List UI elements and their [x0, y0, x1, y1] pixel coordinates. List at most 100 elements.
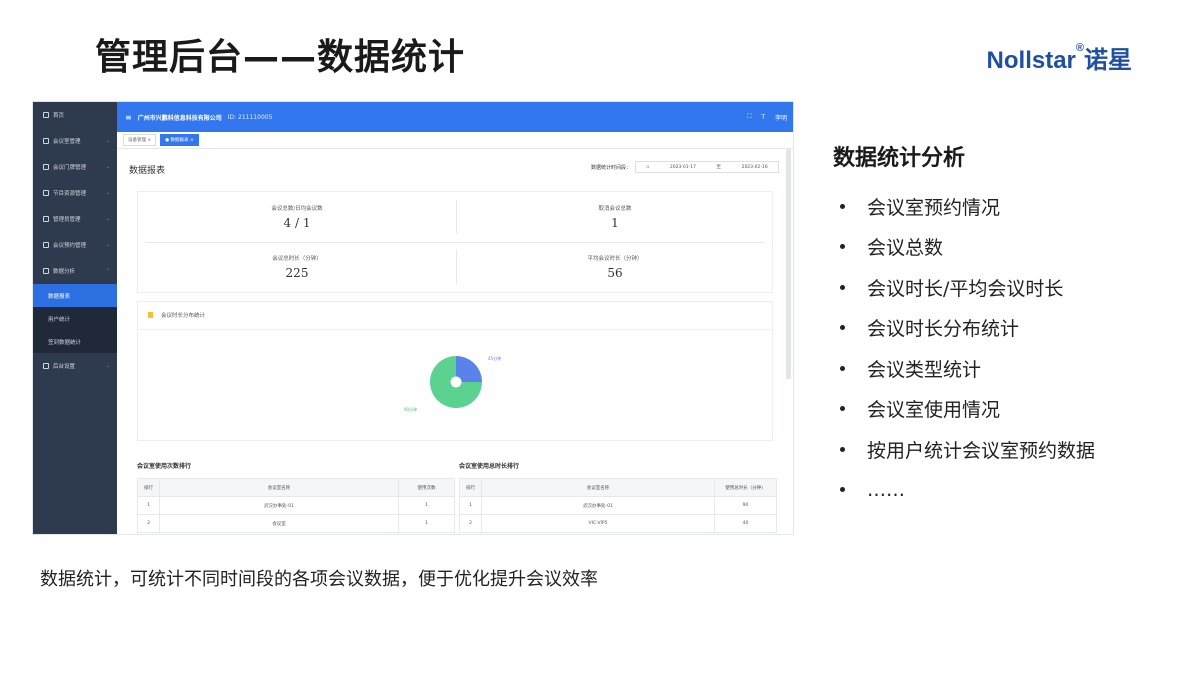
bullet-icon: [840, 203, 845, 209]
brand-cn: 诺星: [1084, 47, 1132, 74]
bullet-icon: [840, 487, 845, 493]
menu-icon[interactable]: ≡: [125, 113, 132, 122]
room-icon: [43, 138, 49, 144]
feature-list: 会议室预约情况 会议总数 会议时长/平均会议时长 会议时长分布统计 会议类型统计…: [840, 186, 1095, 510]
chevron-down-icon: ⌄: [105, 164, 110, 170]
list-item: 会议室使用情况: [840, 389, 1095, 430]
sidebar-item-analytics[interactable]: 数据分析 ⌃: [33, 258, 117, 284]
table-cell: 武汉办事处-01: [159, 496, 399, 515]
sidebar-item-label: 首页: [53, 113, 65, 119]
sidebar-item-bookings[interactable]: 会议预约管理 ⌄: [33, 232, 117, 258]
tab-bar: 设备管理 × ● 数据报表 ×: [117, 132, 793, 149]
pie-slice-45-min: [456, 356, 482, 382]
column-header: 使用总时长（分钟）: [714, 478, 777, 497]
table-row: 2 VIC-VIP5 40: [459, 514, 777, 533]
tenant-id: ID: 211110005: [227, 113, 273, 121]
stat-label: 平均会议时长（分钟）: [587, 256, 643, 262]
tab-device-management[interactable]: 设备管理 ×: [123, 134, 157, 146]
pie-hole: [450, 376, 462, 388]
sidebar-item-label: 数据分析: [53, 269, 76, 275]
sidebar-item-programs[interactable]: 节目资源管理 ⌄: [33, 180, 117, 206]
sidebar-item-settings[interactable]: 后台设置 ⌄: [33, 353, 117, 379]
features-title: 数据统计分析: [833, 146, 966, 171]
sidebar-subitem-checkin-stats[interactable]: 签到数据统计: [33, 330, 117, 353]
column-header: 排行: [137, 478, 160, 497]
range-start: 2023-01-17: [669, 164, 697, 170]
sidebar-item-admins[interactable]: 管理员管理 ⌄: [33, 206, 117, 232]
chevron-down-icon: ⌄: [105, 216, 110, 222]
ranking-title: 会议室使用总时长排行: [459, 463, 520, 470]
list-item-text: 会议时长分布统计: [867, 318, 1020, 341]
date-range-label: 数据统计时间段：: [590, 164, 631, 171]
brand-name: Nollstar: [986, 47, 1076, 74]
table-cell: 90: [714, 496, 777, 515]
table-cell: 1: [459, 496, 482, 515]
user-menu[interactable]: 李明: [775, 113, 787, 122]
chart-icon: [43, 268, 49, 274]
brand-logo: Nollstar®诺星: [987, 40, 1132, 75]
home-icon: [43, 112, 49, 118]
sidebar-item-rooms[interactable]: 会议室管理 ⌄: [33, 128, 117, 154]
sidebar-subitem-user-stats[interactable]: 用户统计: [33, 307, 117, 330]
fullscreen-icon[interactable]: ⛶: [747, 113, 751, 121]
room-usage-count-ranking: 会议室使用次数排行 排行 会议室名称 使用次数 1 武汉办事处-01 1 2 会…: [137, 461, 455, 533]
sidebar-item-label: 管理员管理: [53, 217, 81, 223]
chevron-up-icon: ⌃: [105, 268, 110, 274]
divider: [456, 250, 457, 284]
list-item-text: 会议室使用情况: [867, 399, 1001, 422]
ranking-table: 排行 会议室名称 使用总时长（分钟） 1 武汉办事处-01 90 2 VIC-V…: [459, 478, 777, 533]
stat-value: 1: [611, 216, 619, 230]
range-end: 2023-02-16: [741, 164, 768, 170]
stat-value: 225: [285, 266, 309, 280]
stat-value: 4 / 1: [283, 216, 311, 230]
panel-header: 会议时长分布统计: [148, 311, 205, 319]
file-icon: [148, 312, 153, 318]
list-item: 会议室预约情况: [840, 186, 1095, 227]
font-size-icon[interactable]: T: [761, 114, 765, 121]
range-separator: 至: [716, 165, 722, 170]
top-bar: ≡ 广州市兴鹏科信息科技有限公司 ID: 211110005 ⛶ T 李明: [117, 102, 793, 132]
sidebar-item-label: 会议预约管理: [53, 243, 87, 249]
calendar-icon: ▫: [646, 164, 650, 170]
topbar-actions: ⛶ T 李明: [747, 113, 787, 122]
main-content: 数据报表 数据统计时间段： ▫ 2023-01-17 至 2023-02-16 …: [117, 149, 793, 534]
sidebar-item-label: 节目资源管理: [53, 191, 87, 197]
list-item-text: 会议类型统计: [867, 358, 982, 381]
list-item: 会议时长/平均会议时长: [840, 267, 1095, 308]
tab-data-report[interactable]: ● 数据报表 ×: [160, 134, 199, 146]
list-item-text: 按用户统计会议室预约数据: [867, 439, 1096, 462]
table-cell: VIC-VIP5: [481, 514, 715, 533]
table-cell: 1: [398, 496, 455, 515]
date-range: 数据统计时间段： ▫ 2023-01-17 至 2023-02-16: [591, 161, 779, 173]
duration-distribution-panel: 会议时长分布统计 45分钟 90分钟: [137, 301, 773, 441]
stats-panel: 会议总数/日均会议数 4 / 1 取消会议总数 1 会议总时长（分钟） 225 …: [137, 191, 773, 293]
stat-label: 会议总数/日均会议数: [271, 206, 323, 212]
scrollbar[interactable]: [786, 149, 791, 379]
column-header: 使用次数: [398, 478, 455, 497]
table-cell: 1: [137, 496, 160, 515]
bullet-icon: [840, 406, 845, 412]
divider: [456, 200, 457, 234]
list-item-text: 会议时长/平均会议时长: [867, 277, 1064, 300]
stat-total-meetings: 会议总数/日均会议数 4 / 1: [138, 204, 456, 230]
bullet-icon: [840, 446, 845, 452]
list-item: 会议总数: [840, 227, 1095, 268]
sidebar-item-home[interactable]: 首页: [33, 102, 117, 128]
sidebar-item-label: 会议门牌管理: [53, 165, 87, 171]
bullet-icon: [840, 284, 845, 290]
tag-icon: [43, 164, 49, 170]
chevron-down-icon: ⌄: [105, 190, 110, 196]
date-range-picker[interactable]: ▫ 2023-01-17 至 2023-02-16: [635, 161, 779, 173]
brand-mark: ®: [1075, 42, 1084, 54]
chevron-down-icon: ⌄: [105, 363, 110, 369]
sidebar-item-label: 后台设置: [53, 364, 76, 370]
table-cell: 会议室: [159, 514, 399, 533]
column-header: 排行: [459, 478, 482, 497]
sidebar-subitem-reports[interactable]: 数据报表: [33, 284, 117, 307]
sidebar-item-doorplates[interactable]: 会议门牌管理 ⌄: [33, 154, 117, 180]
table-row: 2 会议室 1: [137, 514, 455, 533]
table-row: 1 武汉办事处-01 90: [459, 496, 777, 515]
bullet-icon: [840, 365, 845, 371]
duration-pie-chart: [430, 356, 482, 408]
sidebar-item-label: 会议室管理: [53, 139, 81, 145]
